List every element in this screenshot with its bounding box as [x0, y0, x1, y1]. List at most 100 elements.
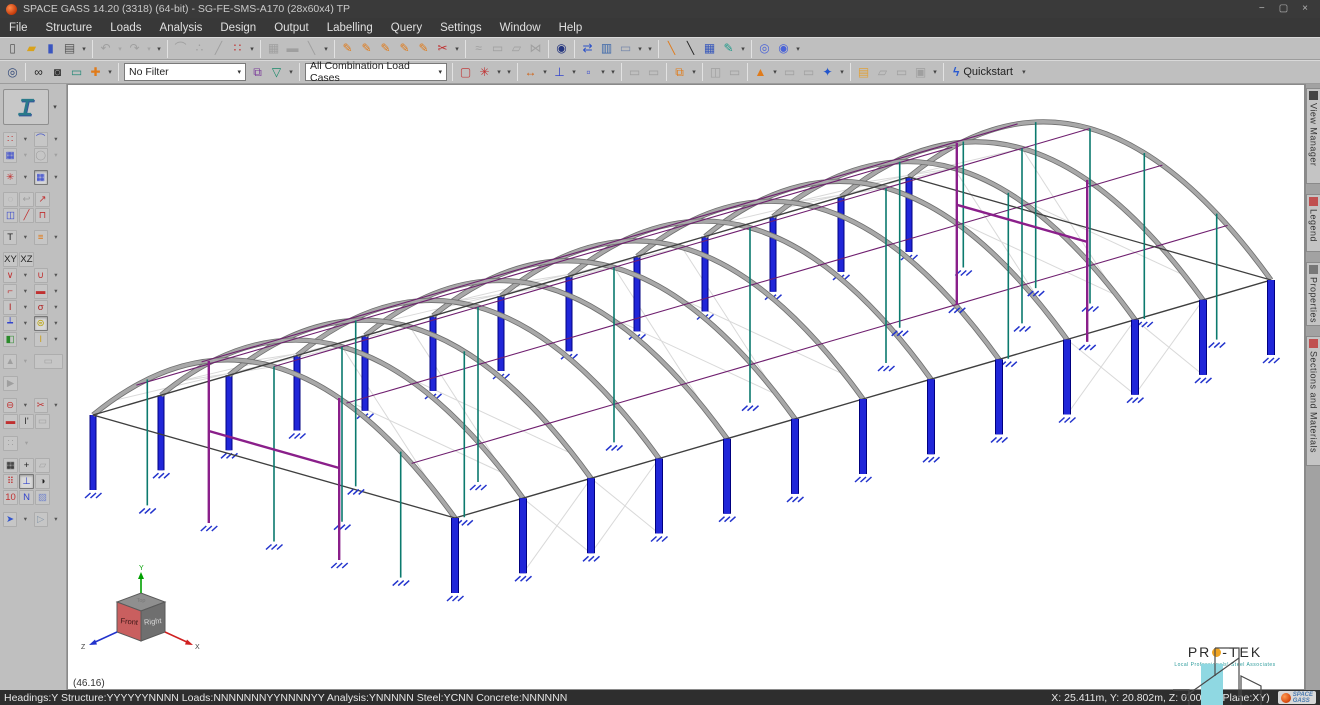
menu-file[interactable]: File [0, 18, 37, 37]
left-tool-dropdown[interactable]: ▾ [49, 132, 63, 147]
tool-e-button[interactable]: ▭ [625, 63, 644, 82]
tool-f-button[interactable]: ▭ [644, 63, 663, 82]
copy-props-button-dropdown[interactable]: ▾ [689, 63, 699, 82]
node-group-2-button[interactable]: ◉ [774, 39, 793, 58]
dimension-button-dropdown[interactable]: ▾ [540, 63, 550, 82]
menu-structure[interactable]: Structure [37, 18, 102, 37]
left-tool-r3c0[interactable]: ◌ [3, 192, 18, 207]
panel-button[interactable]: ▱ [507, 39, 526, 58]
left-tool-dropdown[interactable]: ▾ [18, 512, 32, 527]
restore-button[interactable]: ▢ [1279, 0, 1288, 18]
tab-legend[interactable]: Legend [1306, 194, 1320, 252]
open-file-button[interactable]: ▰ [22, 39, 41, 58]
left-tool-r18c2[interactable]: ◑ [35, 474, 50, 489]
node-group-1-button[interactable]: ◎ [755, 39, 774, 58]
tool-l-button[interactable]: ▭ [892, 63, 911, 82]
pan-button-dropdown[interactable]: ▾ [105, 63, 115, 82]
poly-tool-button[interactable]: ╲ [302, 39, 321, 58]
minimize-button[interactable]: − [1259, 0, 1265, 18]
load-display-button[interactable]: ✳ [475, 63, 494, 82]
model-canvas[interactable]: Front Right Top Y X Z [67, 84, 1305, 690]
left-tool-dropdown[interactable]: ▾ [18, 354, 32, 369]
menu-analysis[interactable]: Analysis [151, 18, 212, 37]
redo-button-dropdown[interactable]: ▾ [144, 39, 154, 58]
pan-button[interactable]: ✚ [86, 63, 105, 82]
tool-g-button[interactable]: ◫ [706, 63, 725, 82]
left-tool-r11c2[interactable]: I [34, 332, 48, 347]
section-shape-button[interactable]: Ɪ [3, 89, 49, 125]
new-file-button[interactable]: ▯ [3, 39, 22, 58]
display-more-dropdown[interactable]: ▾ [608, 63, 618, 82]
left-tool-r3c1[interactable]: ↩ [19, 192, 34, 207]
left-tool-r6c1[interactable]: XZ [19, 252, 34, 267]
left-tool-r7c2[interactable]: ∪ [34, 268, 48, 283]
node-tool-button-dropdown[interactable]: ▾ [247, 39, 257, 58]
wand-black-button[interactable]: ╲ [681, 39, 700, 58]
undo-button[interactable]: ↶ [96, 39, 115, 58]
left-tool-dropdown[interactable]: ▾ [18, 230, 32, 245]
left-tool-r2c2[interactable]: ▦ [34, 170, 48, 185]
filter-copy-button[interactable]: ⧉ [248, 63, 267, 82]
axis-display-button[interactable]: ⊥ [550, 63, 569, 82]
left-tool-dropdown[interactable]: ▾ [49, 284, 63, 299]
tab-view-manager[interactable]: View Manager [1306, 88, 1320, 184]
node-group-2-button-dropdown[interactable]: ▾ [793, 39, 803, 58]
left-tool-r13c0[interactable]: ▶ [3, 376, 18, 391]
left-tool-dropdown[interactable]: ▾ [49, 398, 63, 413]
left-tool-r18c0[interactable]: ⠿ [3, 474, 18, 489]
left-tool-r11c0[interactable]: ◧ [3, 332, 17, 347]
left-tool-r3c2[interactable]: ↗ [35, 192, 50, 207]
default-view-button[interactable]: ◎ [3, 63, 22, 82]
tool-k-button[interactable]: ▱ [873, 63, 892, 82]
left-tool-r17c0[interactable]: ▦ [3, 458, 18, 473]
left-tool-r18c1[interactable]: ⊥ [19, 474, 34, 489]
left-tool-dropdown[interactable]: ▾ [19, 436, 34, 451]
quickstart-dropdown[interactable]: ▾ [1019, 63, 1029, 82]
find-button[interactable]: ∞ [29, 63, 48, 82]
menu-query[interactable]: Query [382, 18, 431, 37]
left-tool-dropdown[interactable]: ▾ [49, 170, 63, 185]
left-tool-r9c0[interactable]: I [3, 300, 17, 315]
left-tool-r15c1[interactable]: I' [19, 414, 34, 429]
axis-display-button-dropdown[interactable]: ▾ [569, 63, 579, 82]
menu-window[interactable]: Window [491, 18, 550, 37]
filter-funnel-button-dropdown[interactable]: ▾ [286, 63, 296, 82]
left-tool-r14c0[interactable]: ⊖ [3, 398, 17, 413]
left-tool-r0c0[interactable]: ∷ [3, 132, 17, 147]
left-tool-dropdown[interactable]: ▾ [18, 284, 32, 299]
left-tool-r12c0[interactable]: ▲ [3, 354, 17, 369]
left-tool-r10c2[interactable]: ⊜ [34, 316, 48, 331]
tab-sections-and-materials[interactable]: Sections and Materials [1306, 336, 1320, 466]
member-edit-5-button[interactable]: ✎ [414, 39, 433, 58]
member-split-button[interactable]: ✂ [433, 39, 452, 58]
left-tool-r9c2[interactable]: σ [34, 300, 48, 315]
left-tool-dropdown[interactable]: ▾ [18, 268, 32, 283]
left-tool-r20c0[interactable]: ➤ [3, 512, 17, 527]
left-tool-r17c1[interactable]: + [19, 458, 34, 473]
left-tool-dropdown[interactable]: ▾ [49, 300, 63, 315]
left-tool-r15c0[interactable]: ▬ [3, 414, 18, 429]
grid-tool-button[interactable]: ▦ [264, 39, 283, 58]
chart-button[interactable]: ▥ [597, 39, 616, 58]
intersect-button[interactable]: ⋈ [526, 39, 545, 58]
left-tool-dropdown[interactable]: ▾ [18, 170, 32, 185]
left-tool-dropdown[interactable]: ▾ [49, 148, 63, 163]
selection-box-button-dropdown[interactable]: ▾ [598, 63, 608, 82]
member-edit-1-button[interactable]: ✎ [338, 39, 357, 58]
menu-design[interactable]: Design [211, 18, 265, 37]
paint-brush-button-dropdown[interactable]: ▾ [738, 39, 748, 58]
node-tool-button[interactable]: ∷ [228, 39, 247, 58]
node-marker-button[interactable]: ▢ [456, 63, 475, 82]
swap-nodes-button[interactable]: ⇄ [578, 39, 597, 58]
left-tool-dropdown[interactable]: ▾ [49, 268, 63, 283]
left-tool-r17c2[interactable]: ▱ [35, 458, 50, 473]
datasheet-button[interactable]: ▦ [700, 39, 719, 58]
line-tool-button[interactable]: ▬ [283, 39, 302, 58]
left-tool-r12c2[interactable]: ▭ [34, 354, 63, 369]
wand-orange-button[interactable]: ╲ [662, 39, 681, 58]
filter-funnel-button[interactable]: ▽ [267, 63, 286, 82]
member-split-button-dropdown[interactable]: ▾ [452, 39, 462, 58]
menu-settings[interactable]: Settings [431, 18, 491, 37]
print-button-dropdown[interactable]: ▾ [79, 39, 89, 58]
left-tool-dropdown[interactable]: ▾ [18, 300, 32, 315]
